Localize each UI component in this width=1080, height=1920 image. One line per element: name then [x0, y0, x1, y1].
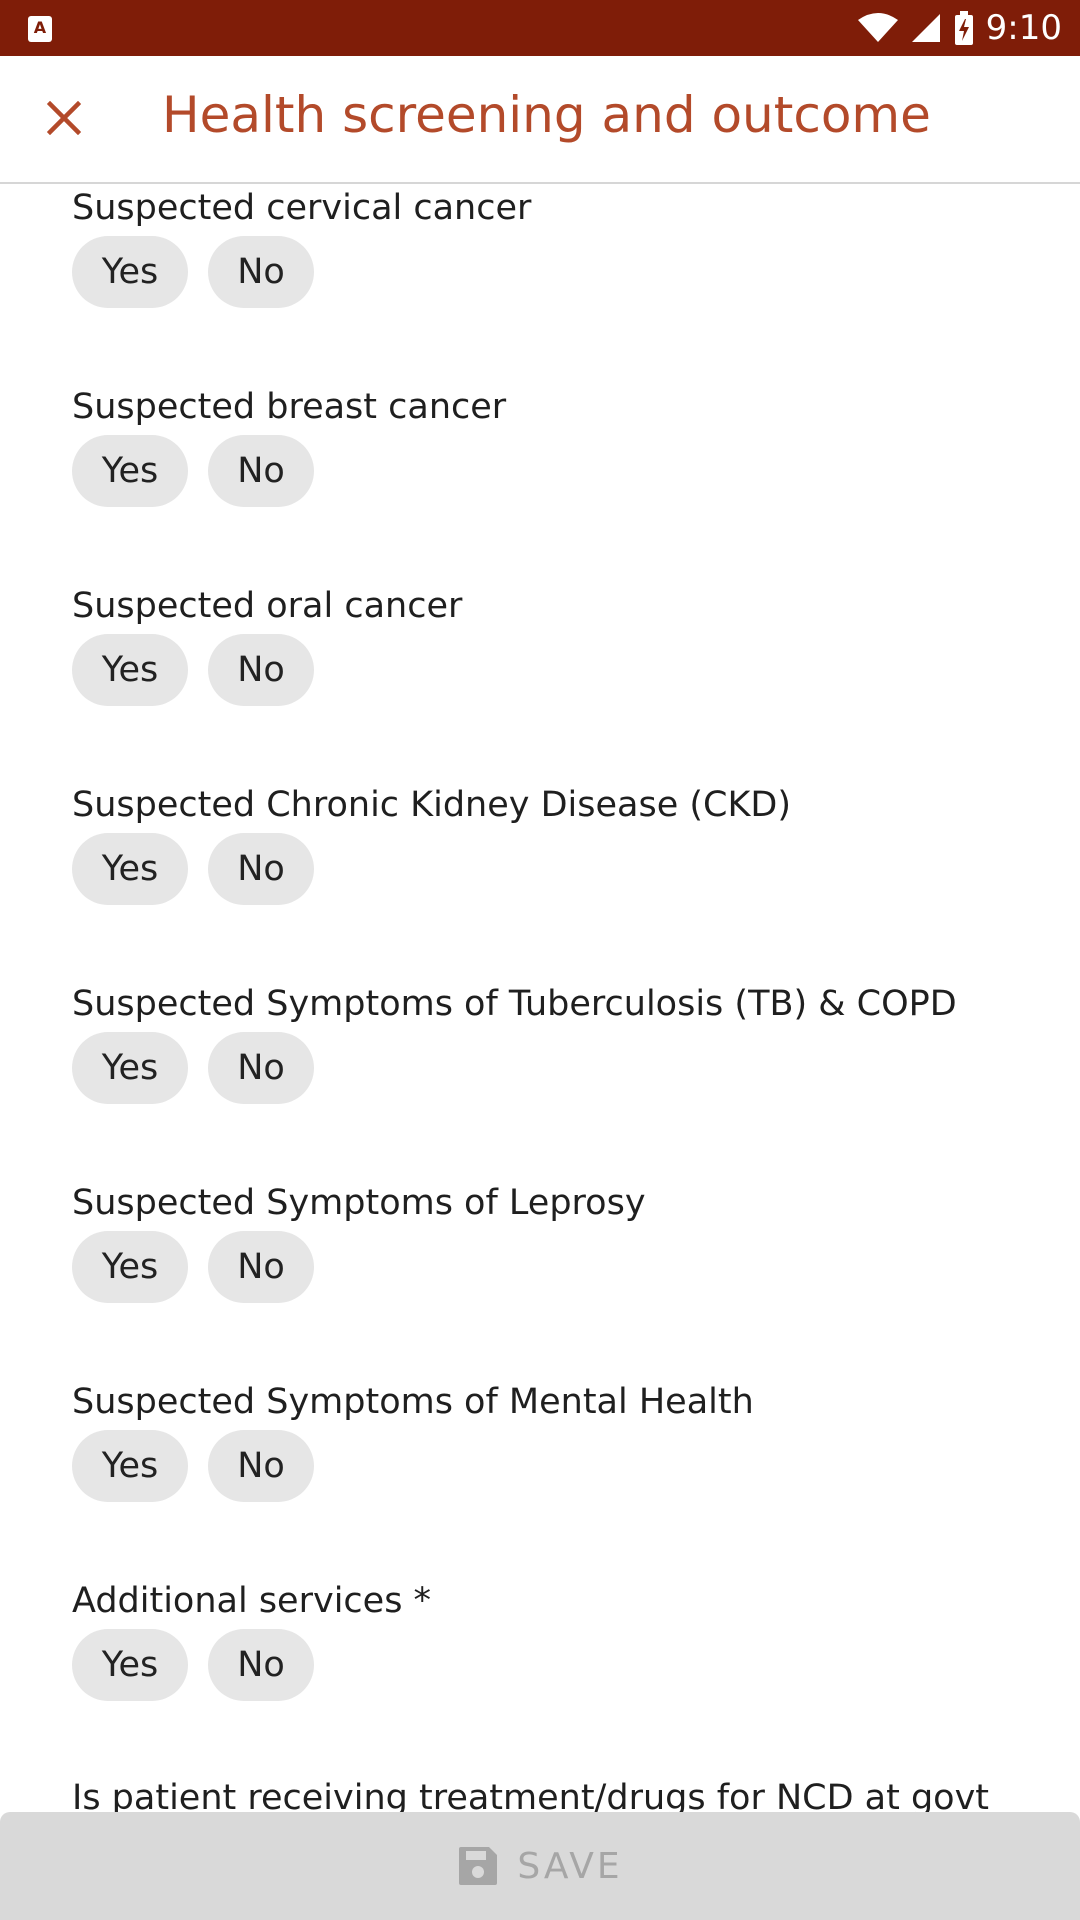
- yes-button[interactable]: Yes: [72, 1032, 188, 1104]
- question-label: Suspected Chronic Kidney Disease (CKD): [72, 785, 792, 825]
- no-button[interactable]: No: [208, 1032, 314, 1104]
- yes-button[interactable]: Yes: [72, 634, 188, 706]
- question-tb-copd: Suspected Symptoms of Tuberculosis (TB) …: [72, 982, 957, 1104]
- question-oral-cancer: Suspected oral cancer Yes No: [72, 584, 463, 706]
- save-button[interactable]: SAVE: [0, 1812, 1080, 1920]
- question-mental-health: Suspected Symptoms of Mental Health Yes …: [72, 1380, 754, 1502]
- battery-charging-icon: [954, 11, 973, 45]
- question-label: Suspected Symptoms of Leprosy: [72, 1183, 646, 1223]
- question-label: Suspected breast cancer: [72, 387, 507, 427]
- close-button[interactable]: [34, 88, 94, 148]
- app-notification-icon: A: [28, 16, 52, 42]
- app-bar: Health screening and outcome: [0, 56, 1080, 184]
- yes-button[interactable]: Yes: [72, 236, 188, 308]
- page-title: Health screening and outcome: [162, 86, 931, 144]
- yes-button[interactable]: Yes: [72, 435, 188, 507]
- no-button[interactable]: No: [208, 634, 314, 706]
- cell-signal-icon: [911, 14, 940, 42]
- question-leprosy: Suspected Symptoms of Leprosy Yes No: [72, 1181, 646, 1303]
- no-button[interactable]: No: [208, 435, 314, 507]
- status-bar: A 9:10: [0, 0, 1080, 56]
- no-button[interactable]: No: [208, 1629, 314, 1701]
- question-label-partial: Is patient receiving treatment/drugs for…: [72, 1778, 990, 1812]
- close-icon: [47, 101, 81, 135]
- save-label: SAVE: [517, 1845, 623, 1887]
- yes-button[interactable]: Yes: [72, 833, 188, 905]
- no-button[interactable]: No: [208, 1430, 314, 1502]
- question-label: Suspected Symptoms of Tuberculosis (TB) …: [72, 984, 957, 1024]
- yes-button[interactable]: Yes: [72, 1629, 188, 1701]
- status-icons: 9:10: [857, 6, 1062, 50]
- yes-button[interactable]: Yes: [72, 1231, 188, 1303]
- question-breast-cancer: Suspected breast cancer Yes No: [72, 385, 507, 507]
- question-label: Suspected oral cancer: [72, 586, 463, 626]
- question-cervical-cancer: Suspected cervical cancer Yes No: [72, 186, 532, 308]
- question-ckd: Suspected Chronic Kidney Disease (CKD) Y…: [72, 783, 792, 905]
- form-content[interactable]: Suspected cervical cancer Yes No Suspect…: [0, 186, 1080, 1812]
- question-label: Additional services *: [72, 1581, 432, 1621]
- question-label: Suspected cervical cancer: [72, 188, 532, 228]
- question-additional-services: Additional services * Yes No: [72, 1579, 432, 1701]
- no-button[interactable]: No: [208, 236, 314, 308]
- yes-button[interactable]: Yes: [72, 1430, 188, 1502]
- status-time: 9:10: [985, 8, 1062, 48]
- no-button[interactable]: No: [208, 833, 314, 905]
- no-button[interactable]: No: [208, 1231, 314, 1303]
- save-icon: [459, 1847, 498, 1885]
- question-label: Suspected Symptoms of Mental Health: [72, 1382, 754, 1422]
- wifi-icon: [857, 13, 898, 42]
